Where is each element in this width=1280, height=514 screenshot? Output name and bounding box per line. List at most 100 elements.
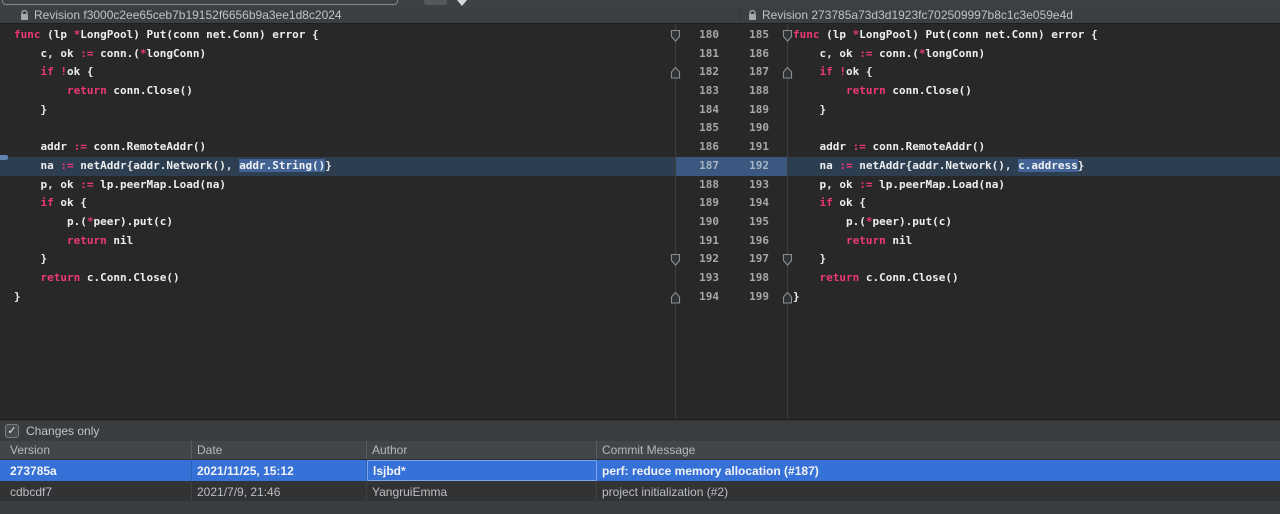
header-divider xyxy=(740,7,741,23)
code-line[interactable]: func (lp *LongPool) Put(conn net.Conn) e… xyxy=(0,26,675,45)
code-line[interactable]: c, ok := conn.(*longConn) xyxy=(0,45,675,64)
column-header-commit-message[interactable]: Commit Message xyxy=(597,441,1280,459)
fold-down-icon[interactable] xyxy=(670,253,681,266)
column-header-version[interactable]: Version xyxy=(0,441,192,459)
cell-version[interactable]: cdbcdf7 xyxy=(0,481,192,502)
code-line[interactable]: if ok { xyxy=(788,194,1280,213)
code-token: longConn) xyxy=(146,47,206,60)
code-token: na xyxy=(14,159,60,172)
history-table-body: 273785a2021/11/25, 15:12lsjbd*perf: redu… xyxy=(0,460,1280,502)
code-token: addr xyxy=(793,140,853,153)
code-token: } xyxy=(14,103,47,116)
history-panel: ✓ Changes only Version Date Author Commi… xyxy=(0,419,1280,514)
cell-author[interactable]: lsjbd* xyxy=(367,460,597,481)
changes-only-checkbox[interactable]: ✓ xyxy=(5,424,19,438)
code-line[interactable]: if ok { xyxy=(0,194,675,213)
history-row[interactable]: 273785a2021/11/25, 15:12lsjbd*perf: redu… xyxy=(0,460,1280,481)
column-header-date[interactable]: Date xyxy=(192,441,367,459)
code-line[interactable]: if !ok { xyxy=(0,63,675,82)
cell-date[interactable]: 2021/11/25, 15:12 xyxy=(192,460,367,481)
code-line[interactable]: addr := conn.RemoteAddr() xyxy=(0,138,675,157)
code-line[interactable]: } xyxy=(788,288,1280,307)
left-revision-title: Revision f3000c2ee65ceb7b19152f6656b9a3e… xyxy=(34,8,342,22)
code-token: na xyxy=(793,159,839,172)
code-token: } xyxy=(793,290,800,303)
code-line[interactable]: c, ok := conn.(*longConn) xyxy=(788,45,1280,64)
code-line[interactable]: addr := conn.RemoteAddr() xyxy=(788,138,1280,157)
cell-message[interactable]: perf: reduce memory allocation (#187) xyxy=(597,460,1280,481)
code-line[interactable] xyxy=(0,119,675,138)
code-line[interactable]: } xyxy=(0,288,675,307)
code-token: LongPool) Put(conn net.Conn) error { xyxy=(859,28,1097,41)
line-number-row: 180185 xyxy=(676,26,787,45)
code-token: return xyxy=(67,84,107,97)
cell-message[interactable]: project initialization (#2) xyxy=(597,481,1280,502)
changed-code-line[interactable]: na := netAddr{addr.Network(), addr.Strin… xyxy=(0,157,675,176)
diff-gutter: 1801851811861821871831881841891851901861… xyxy=(675,24,788,419)
code-line[interactable]: } xyxy=(788,250,1280,269)
code-token: ok { xyxy=(833,196,866,209)
left-line-number: 191 xyxy=(676,232,719,251)
code-token: addr xyxy=(14,140,74,153)
history-table-header: Version Date Author Commit Message xyxy=(0,441,1280,460)
code-token: (lp xyxy=(41,28,74,41)
code-line[interactable]: } xyxy=(0,101,675,120)
diff-area: func (lp *LongPool) Put(conn net.Conn) e… xyxy=(0,24,1280,419)
code-token: c, ok xyxy=(14,47,80,60)
line-number-row: 186191 xyxy=(676,138,787,157)
code-line[interactable]: } xyxy=(0,250,675,269)
code-token: conn.Close() xyxy=(886,84,972,97)
code-line[interactable]: return conn.Close() xyxy=(788,82,1280,101)
clipped-input-field[interactable] xyxy=(2,0,398,5)
code-token: c.Conn.Close() xyxy=(859,271,958,284)
code-token: netAddr{addr.Network(), xyxy=(74,159,240,172)
code-line[interactable]: p.(*peer).put(c) xyxy=(0,213,675,232)
code-token: return xyxy=(67,234,107,247)
code-line[interactable]: return nil xyxy=(788,232,1280,251)
code-line[interactable]: p, ok := lp.peerMap.Load(na) xyxy=(788,176,1280,195)
history-row[interactable]: cdbcdf72021/7/9, 21:46YangruiEmmaproject… xyxy=(0,481,1280,502)
code-line[interactable]: func (lp *LongPool) Put(conn net.Conn) e… xyxy=(788,26,1280,45)
column-header-author[interactable]: Author xyxy=(367,441,597,459)
code-line[interactable]: p.(*peer).put(c) xyxy=(788,213,1280,232)
cell-version[interactable]: 273785a xyxy=(0,460,192,481)
fold-up-icon[interactable] xyxy=(670,291,681,304)
code-token: ok { xyxy=(846,65,873,78)
code-token: longConn) xyxy=(925,47,985,60)
right-line-number: 185 xyxy=(719,26,769,45)
right-line-number: 190 xyxy=(719,119,769,138)
right-code-editor[interactable]: func (lp *LongPool) Put(conn net.Conn) e… xyxy=(788,24,1280,419)
dropdown-caret-icon[interactable] xyxy=(457,0,467,6)
code-token: conn.RemoteAddr() xyxy=(87,140,206,153)
cell-author[interactable]: YangruiEmma xyxy=(367,481,597,502)
code-token: } xyxy=(793,252,826,265)
right-line-number: 193 xyxy=(719,176,769,195)
cell-date[interactable]: 2021/7/9, 21:46 xyxy=(192,481,367,502)
code-line[interactable]: if !ok { xyxy=(788,63,1280,82)
code-token xyxy=(793,65,820,78)
clipped-toolbar-button[interactable] xyxy=(424,0,447,5)
code-token: := xyxy=(839,159,852,172)
right-revision-title: Revision 273785a73d3d1923fc702509997b8c1… xyxy=(762,8,1073,22)
code-token: ! xyxy=(60,65,67,78)
line-number-row: 181186 xyxy=(676,45,787,64)
fold-up-icon[interactable] xyxy=(670,66,681,79)
code-line[interactable]: return conn.Close() xyxy=(0,82,675,101)
code-line[interactable]: p, ok := lp.peerMap.Load(na) xyxy=(0,176,675,195)
lock-icon xyxy=(748,10,757,21)
code-token: p.( xyxy=(14,215,87,228)
code-line[interactable]: } xyxy=(788,101,1280,120)
changed-code-line[interactable]: na := netAddr{addr.Network(), c.address} xyxy=(788,157,1280,176)
code-token: if xyxy=(820,196,833,209)
left-line-number: 194 xyxy=(676,288,719,307)
code-line[interactable] xyxy=(788,119,1280,138)
line-number-row: 184189 xyxy=(676,101,787,120)
changes-only-bar: ✓ Changes only xyxy=(0,421,1280,441)
code-line[interactable]: return c.Conn.Close() xyxy=(0,269,675,288)
left-line-number: 192 xyxy=(676,250,719,269)
fold-down-icon[interactable] xyxy=(670,29,681,42)
code-line[interactable]: return nil xyxy=(0,232,675,251)
left-code-editor[interactable]: func (lp *LongPool) Put(conn net.Conn) e… xyxy=(0,24,675,419)
code-line[interactable]: return c.Conn.Close() xyxy=(788,269,1280,288)
line-number-row: 188193 xyxy=(676,176,787,195)
